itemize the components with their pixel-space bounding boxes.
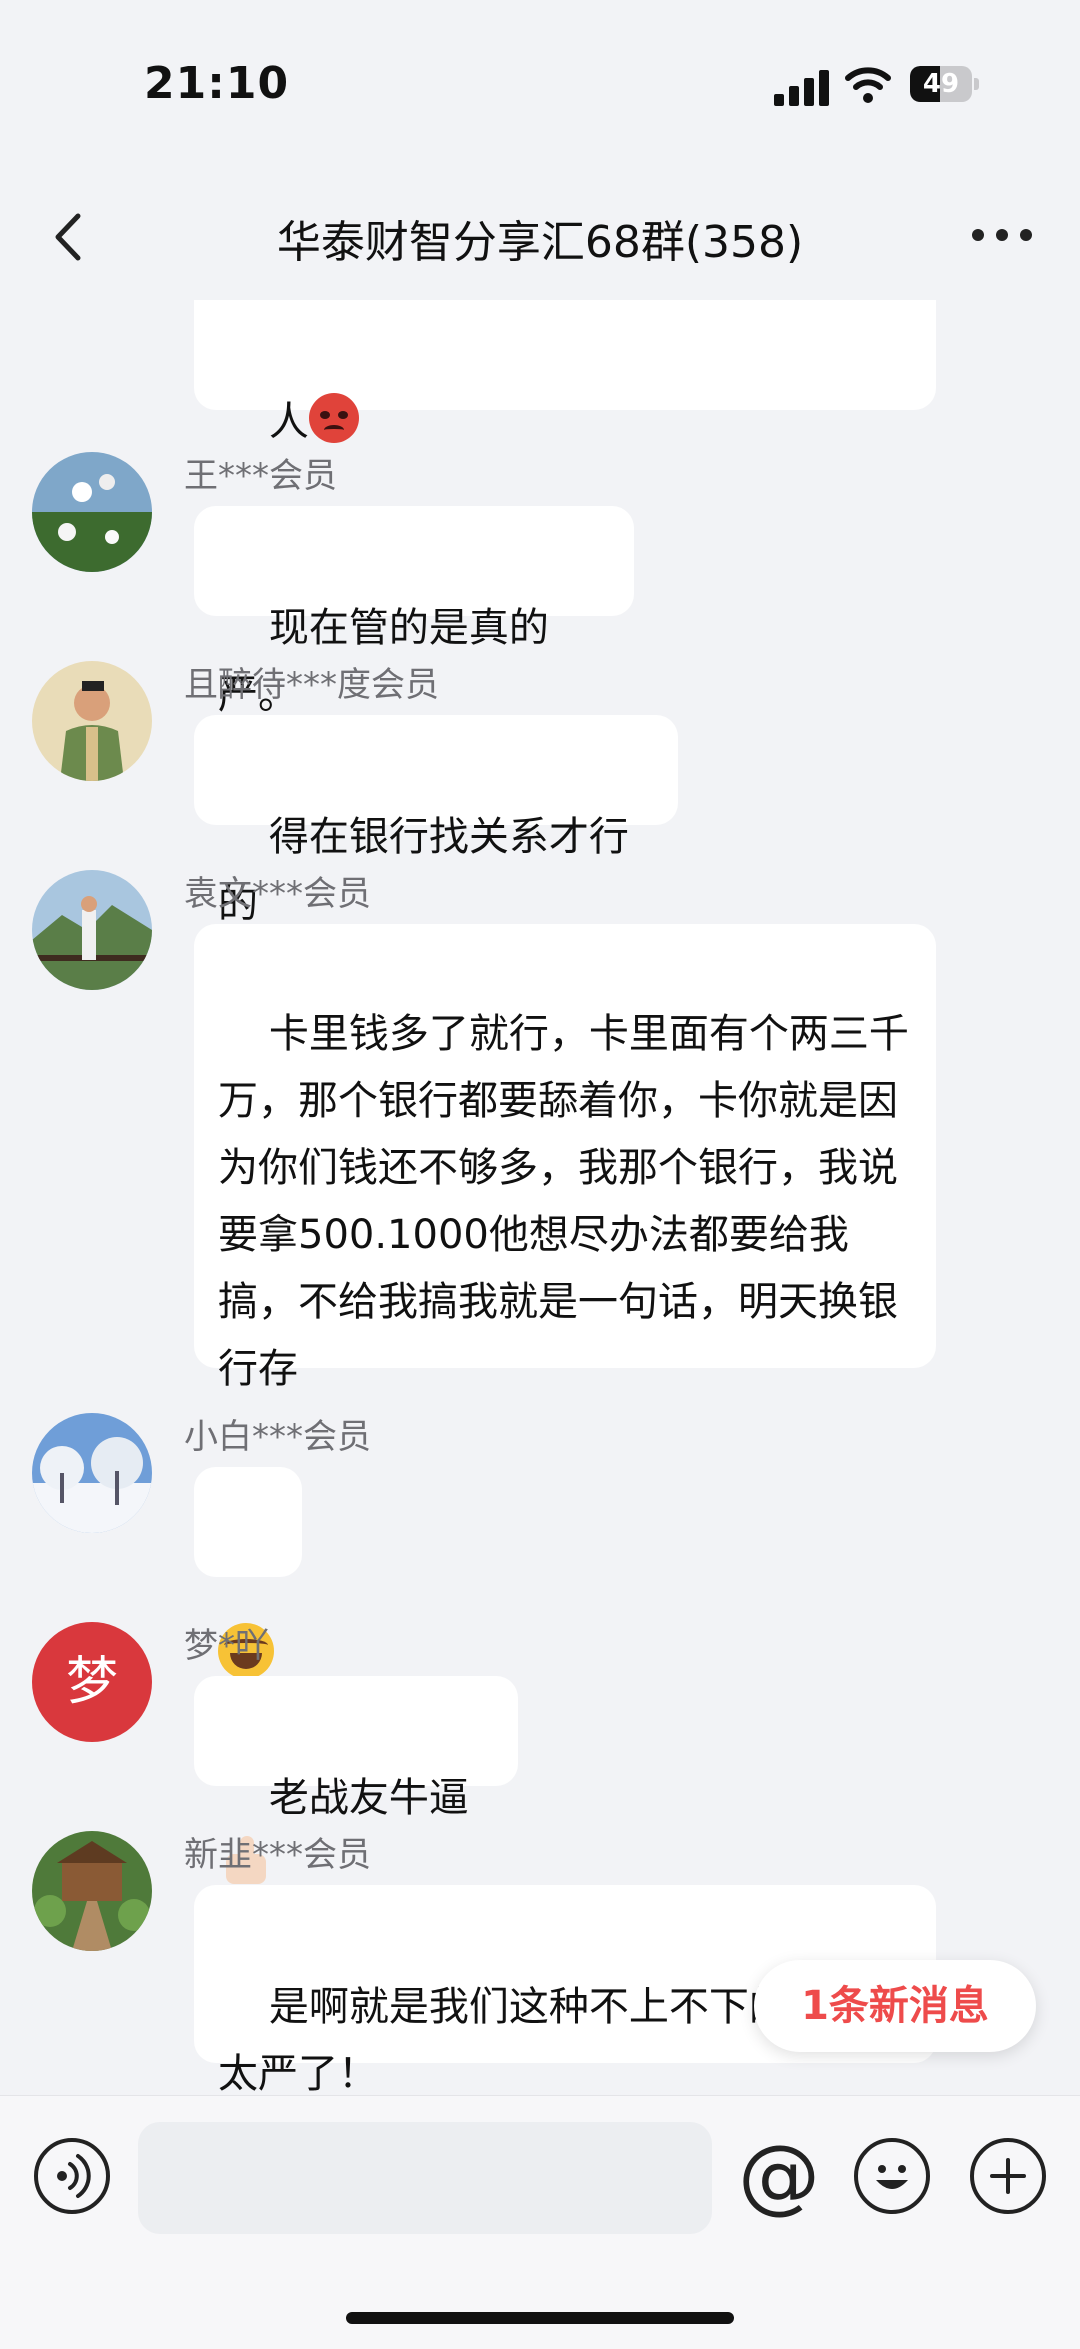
battery-body: 49 xyxy=(910,66,972,102)
avatar-qiezui[interactable] xyxy=(32,661,152,781)
avatar-yuanwen[interactable] xyxy=(32,870,152,990)
avatar-wang[interactable] xyxy=(32,452,152,572)
at-mention-button[interactable]: @ xyxy=(738,2126,820,2226)
message-text: 老战友牛逼 xyxy=(268,1775,469,1821)
battery-cap xyxy=(974,78,979,90)
chat-message-list[interactable]: 人 王***会员 现在管的是真的严。 且醉待***度会员 得在银行找关系才行的 xyxy=(0,300,1080,2095)
message-bubble[interactable]: 现在管的是真的严。 xyxy=(194,506,634,718)
chat-header: 华泰财智分享汇68群(358) xyxy=(0,180,1080,300)
voice-icon xyxy=(57,2154,91,2198)
emoji-icon xyxy=(876,2165,908,2189)
avatar-meng[interactable]: 梦 xyxy=(32,1622,152,1742)
emoji-button[interactable] xyxy=(854,2138,930,2214)
more-dot xyxy=(1020,229,1032,241)
avatar-initial: 梦 xyxy=(65,1652,118,1712)
message-text: 卡里钱多了就行，卡里面有个两三千万，那个银行都要舔着你，卡你就是因为你们钱还不够… xyxy=(218,1011,909,1392)
message-text: 人 xyxy=(268,399,309,445)
message-input[interactable] xyxy=(138,2122,712,2234)
message-bubble[interactable]: 人 xyxy=(194,300,936,445)
more-button[interactable] xyxy=(972,220,1032,250)
more-dot xyxy=(972,229,984,241)
battery-indicator: 49 xyxy=(910,66,980,106)
sender-name: 袁文***会员 xyxy=(184,874,371,914)
message-bubble[interactable]: 得在银行找关系才行的 xyxy=(194,715,678,927)
message-bubble[interactable] xyxy=(194,1467,302,1679)
battery-percent: 49 xyxy=(922,69,960,99)
group-title: 华泰财智分享汇68群(358) xyxy=(276,217,804,268)
input-bar: @ xyxy=(0,2095,1080,2349)
sender-name: 梦*吖 xyxy=(184,1626,269,1666)
wifi-icon xyxy=(845,67,891,103)
plus-icon xyxy=(990,2158,1026,2194)
message-bubble[interactable]: 老战友牛逼 xyxy=(194,1676,518,1884)
message-bubble[interactable]: 卡里钱多了就行，卡里面有个两三千万，那个银行都要舔着你，卡你就是因为你们钱还不够… xyxy=(194,924,936,1392)
sender-name: 新韭***会员 xyxy=(184,1835,371,1875)
home-indicator xyxy=(346,2312,734,2324)
angry-face-icon xyxy=(308,393,359,443)
back-button[interactable] xyxy=(40,202,100,272)
signal-icon xyxy=(774,70,829,106)
new-message-button[interactable]: 1条新消息 xyxy=(754,1960,1036,2052)
sender-name: 且醉待***度会员 xyxy=(184,665,439,705)
sender-name: 王***会员 xyxy=(184,456,337,496)
status-time: 21:10 xyxy=(144,58,290,109)
sender-name: 小白***会员 xyxy=(184,1417,371,1457)
status-bar: 21:10 49 xyxy=(0,0,1080,180)
plus-button[interactable] xyxy=(970,2138,1046,2214)
more-dot xyxy=(996,229,1008,241)
avatar-xinjiu[interactable] xyxy=(32,1831,152,1951)
voice-button[interactable] xyxy=(34,2138,110,2214)
avatar-xiaobai[interactable] xyxy=(32,1413,152,1533)
